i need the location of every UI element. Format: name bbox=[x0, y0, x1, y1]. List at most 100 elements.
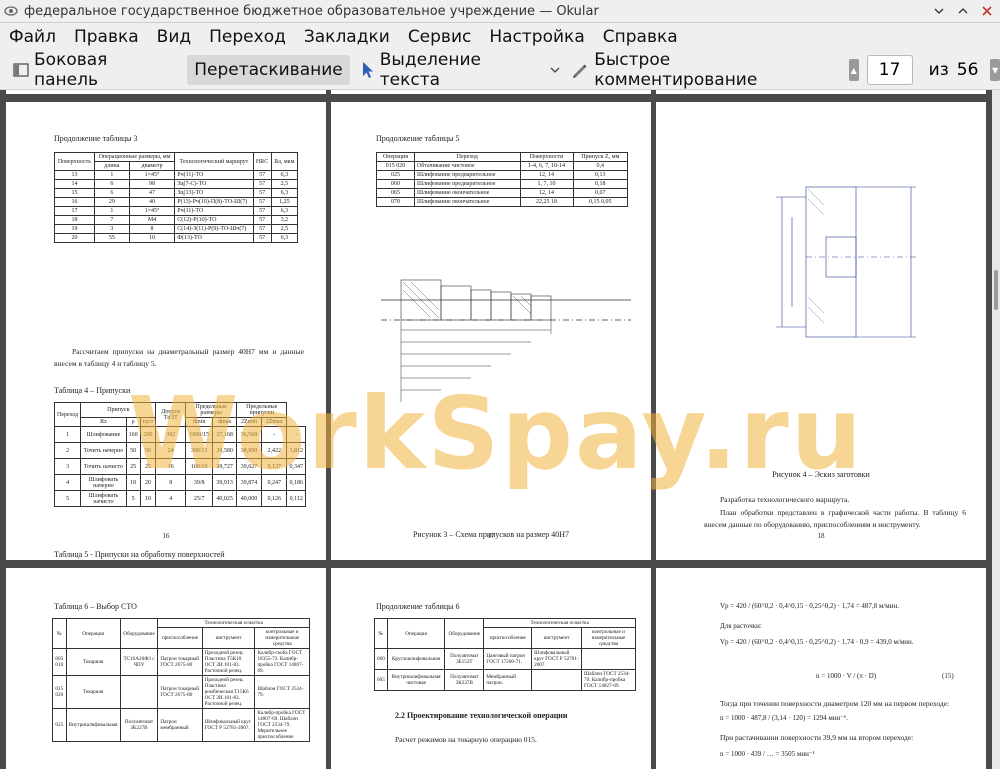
prev-page-icon[interactable]: ▲ bbox=[848, 59, 859, 81]
scrollbar-thumb[interactable] bbox=[994, 270, 998, 310]
quick-annotate-button[interactable]: Быстрое комментирование bbox=[564, 50, 835, 90]
formula-label: Для расточки: bbox=[720, 622, 762, 630]
table-cell: Полуавтомат 3К227В bbox=[119, 708, 159, 742]
table-row: 14 6 98 Зц(7-С)-ТО 57 2,5 bbox=[54, 179, 299, 189]
table-cell: 6,3 bbox=[270, 188, 299, 198]
table-cell: 57 bbox=[252, 197, 272, 207]
table-header: № bbox=[374, 618, 388, 649]
page-number: 18 bbox=[817, 532, 825, 540]
table-cell: Патрон токарный ГОСТ 2675-80 bbox=[157, 675, 203, 709]
table-row: 005 010 Токарная ТС16А20Ф3 с ЧПУ Патрон ток… bbox=[52, 648, 310, 676]
chevron-down-icon[interactable] bbox=[550, 66, 560, 74]
table-cell: Шаблон ГОСТ 2534-79. Калибр-пробка ГОСТ … bbox=[581, 669, 636, 691]
table-cell: 6 bbox=[93, 188, 130, 198]
menu-bookmarks[interactable]: Закладки bbox=[295, 23, 399, 51]
table-cell: 070 bbox=[376, 197, 415, 207]
table-3: Поверхность Операционные размеры, мм Тех… bbox=[54, 152, 299, 243]
sidebar-button[interactable]: Боковая панель bbox=[6, 50, 177, 90]
table-cell: 16 bbox=[54, 197, 95, 207]
section-heading: 2.2 Проектирование технологической опера… bbox=[395, 711, 568, 720]
table-cell: 98 bbox=[128, 179, 176, 189]
table-cell: 18 bbox=[54, 215, 95, 225]
table-cell: Внутришлифовальная bbox=[65, 708, 121, 742]
menu-view[interactable]: Вид bbox=[148, 23, 200, 51]
table-cell: Проходной резец. Пластина Т5К10 ОСТ 2И.1… bbox=[201, 648, 256, 676]
page-21: Vр = 420 / (60^0,2 · 0,4^0,15 · 0,25^0,2… bbox=[656, 568, 986, 769]
table-6-continued: № Операция Оборудование Технологическая … bbox=[374, 618, 636, 691]
table-cell: 0,15 0,05 bbox=[572, 197, 629, 207]
table-cell: Токарная bbox=[65, 675, 121, 709]
table-cell: 57 bbox=[252, 224, 272, 234]
close-icon[interactable] bbox=[978, 2, 996, 20]
table-header: Припуск Z, мм bbox=[572, 152, 629, 162]
drag-mode-button[interactable]: Перетаскивание bbox=[187, 55, 350, 85]
table-header: приспособление bbox=[483, 627, 533, 649]
menu-tools[interactable]: Сервис bbox=[399, 23, 481, 51]
table-cell: 57 bbox=[252, 188, 272, 198]
menu-go[interactable]: Переход bbox=[200, 23, 295, 51]
menu-bar: Файл Правка Вид Переход Закладки Сервис … bbox=[0, 23, 1000, 51]
table-header: Поверхность bbox=[54, 152, 95, 171]
page-number: 17 bbox=[487, 532, 495, 540]
menu-file[interactable]: Файл bbox=[0, 23, 65, 51]
table-row: 15 6 47 Зц(13)-ТО 57 6,3 bbox=[54, 188, 299, 198]
window-title: федеральное государственное бюджетное об… bbox=[24, 3, 599, 19]
text-select-button[interactable]: Выделение текста bbox=[354, 50, 546, 90]
page-number-input[interactable]: 17 bbox=[866, 55, 913, 85]
table-header: Операция bbox=[65, 618, 121, 649]
table-row: 065 Внутришлифовальная чистовая Полуавтома… bbox=[374, 669, 636, 691]
text-select-label: Выделение текста bbox=[379, 50, 481, 90]
table-cell: 5 bbox=[125, 490, 141, 507]
table-cell: 57 bbox=[252, 170, 272, 180]
page-of-label: из bbox=[928, 60, 949, 80]
table-caption: Таблица 5 - Припуски на обработку поверх… bbox=[54, 550, 225, 559]
table-cell: 57 bbox=[252, 233, 272, 243]
sidebar-label: Боковая панель bbox=[34, 50, 108, 90]
table-cell: 005 010 bbox=[52, 648, 67, 676]
table-cell: 6 bbox=[93, 179, 130, 189]
table-row: 5 Шлифовать начисто 5 10 4 25/7 40,025 40,000 0,… bbox=[53, 490, 306, 507]
paragraph: Тогда при точении поверхности диаметром … bbox=[720, 699, 950, 708]
table-cell: 3,2 bbox=[270, 215, 299, 225]
formula: Vр = 420 / (60^0,2 · 0,4^0,15 · 0,25^0,2… bbox=[720, 638, 914, 646]
page-prev-3 bbox=[656, 90, 986, 94]
table-header: Операционные размеры, мм bbox=[93, 152, 176, 162]
minimize-icon[interactable] bbox=[930, 2, 948, 20]
pen-icon bbox=[571, 61, 589, 79]
table-cell: 13 bbox=[54, 170, 95, 180]
table-cell: Ф(13)-ТО bbox=[174, 233, 254, 243]
total-pages: 56 bbox=[956, 60, 979, 80]
menu-help[interactable]: Справка bbox=[594, 23, 687, 51]
table-header: HRC bbox=[252, 152, 272, 171]
document-viewport[interactable]: Продолжение таблицы 3 Поверхность Операц… bbox=[0, 90, 992, 769]
table-cell: 14 bbox=[54, 179, 95, 189]
table-row: 060 Круглошлифовальная Полуавтомат 3Б153Т Ц… bbox=[374, 648, 636, 670]
next-page-icon[interactable]: ▼ bbox=[990, 59, 1000, 81]
table-cell: 57 bbox=[252, 206, 272, 216]
paragraph: Разработка технологического маршрута. bbox=[720, 495, 850, 504]
vertical-scrollbar[interactable] bbox=[992, 90, 1000, 769]
table-6: № Операция Оборудование Технологическая … bbox=[52, 618, 310, 742]
table-cell: 6,3 bbox=[270, 170, 299, 180]
maximize-icon[interactable] bbox=[954, 2, 972, 20]
table-cell: 065 bbox=[374, 669, 388, 691]
formula: Vр = 420 / (60^0,2 · 0,4^0,15 · 0,25^0,2… bbox=[720, 602, 899, 610]
table-cell: 4 bbox=[155, 490, 187, 507]
table-row: 13 1 1×45° Рч(11)-ТО 57 6,3 bbox=[54, 170, 299, 180]
table-cell: 0,4 bbox=[572, 161, 629, 171]
page-heading: Продолжение таблицы 6 bbox=[376, 602, 460, 611]
formula: n = 1000 · 487,8 / (3,14 · 120) = 1294 м… bbox=[720, 714, 848, 722]
table-cell: 1×45° bbox=[128, 170, 176, 180]
menu-settings[interactable]: Настройка bbox=[480, 23, 593, 51]
menu-edit[interactable]: Правка bbox=[65, 23, 148, 51]
table-cell: Шлифовальный круг ГОСТ Р 52781-2007. bbox=[531, 648, 583, 670]
cursor-icon bbox=[361, 61, 375, 79]
sidebar-icon bbox=[13, 62, 29, 78]
table-cell: 12, 14 bbox=[519, 188, 574, 198]
title-bar: федеральное государственное бюджетное об… bbox=[0, 0, 1000, 23]
table-cell: 5 bbox=[53, 490, 82, 507]
table-row: 025 Шлифование предварительное 12, 14 0,13 bbox=[376, 170, 629, 180]
table-cell: Полуавтомат 3К227В bbox=[444, 669, 485, 691]
table-cell: 40 bbox=[128, 197, 176, 207]
quick-annotate-label: Быстрое комментирование bbox=[594, 50, 758, 90]
